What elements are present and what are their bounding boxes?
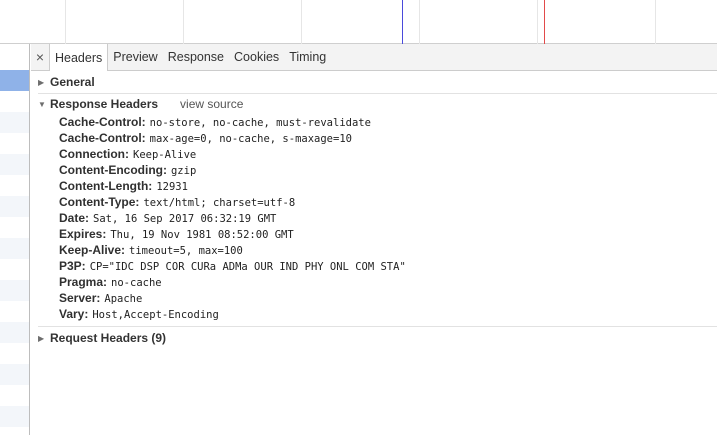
timeline-gridline	[65, 0, 66, 44]
header-name: Date:	[59, 211, 90, 225]
view-source-link[interactable]: view source	[180, 97, 243, 111]
request-row[interactable]	[0, 301, 29, 322]
header-value: Thu, 19 Nov 1981 08:52:00 GMT	[110, 229, 294, 241]
response-header-row: Pragma: no-cache	[59, 274, 717, 290]
request-row[interactable]	[0, 44, 29, 70]
header-value: no-cache	[111, 277, 162, 289]
header-name: P3P:	[59, 259, 86, 273]
request-row[interactable]	[0, 217, 29, 238]
header-value: max-age=0, no-cache, s-maxage=10	[149, 133, 352, 145]
header-name: Keep-Alive:	[59, 243, 126, 257]
request-row[interactable]	[0, 175, 29, 196]
timeline-gridline	[419, 0, 420, 44]
response-headers-list: Cache-Control: no-store, no-cache, must-r…	[31, 114, 717, 322]
response-header-row: Expires: Thu, 19 Nov 1981 08:52:00 GMT	[59, 226, 717, 242]
load-event-marker	[544, 0, 545, 44]
request-headers-section-header[interactable]: ▶ Request Headers (9)	[31, 328, 717, 348]
response-header-row: Connection: Keep-Alive	[59, 146, 717, 162]
general-section-title: General	[50, 75, 95, 89]
header-value: gzip	[170, 165, 197, 177]
request-row[interactable]	[0, 364, 29, 385]
dom-content-loaded-marker	[402, 0, 403, 44]
header-value: Apache	[104, 293, 143, 305]
response-header-row: Content-Length: 12931	[59, 178, 717, 194]
response-header-row: Vary: Host,Accept-Encoding	[59, 306, 717, 322]
tab-cookies[interactable]: Cookies	[229, 44, 284, 70]
header-value: no-store, no-cache, must-revalidate	[149, 117, 371, 129]
tab-response[interactable]: Response	[163, 44, 229, 70]
request-row[interactable]	[0, 133, 29, 154]
header-name: Vary:	[59, 307, 89, 321]
timeline-gridline	[183, 0, 184, 44]
request-row[interactable]	[0, 406, 29, 427]
request-row[interactable]	[0, 196, 29, 217]
response-headers-section-title: Response Headers	[50, 97, 159, 111]
request-row[interactable]	[0, 259, 29, 280]
collapse-triangle-icon: ▼	[38, 99, 46, 109]
request-row[interactable]	[0, 91, 29, 112]
request-row[interactable]	[0, 154, 29, 175]
request-row[interactable]	[0, 112, 29, 133]
header-value: Sat, 16 Sep 2017 06:32:19 GMT	[93, 213, 277, 225]
response-header-row: Date: Sat, 16 Sep 2017 06:32:19 GMT	[59, 210, 717, 226]
request-list[interactable]	[0, 44, 30, 435]
response-header-row: Content-Encoding: gzip	[59, 162, 717, 178]
general-section-header[interactable]: ▶ General	[31, 72, 717, 92]
header-name: Server:	[59, 291, 101, 305]
header-value: 12931	[156, 181, 188, 193]
header-name: Cache-Control:	[59, 131, 146, 145]
request-row[interactable]	[0, 280, 29, 301]
tab-timing[interactable]: Timing	[284, 44, 331, 70]
response-header-row: Cache-Control: max-age=0, no-cache, s-max…	[59, 130, 717, 146]
request-row[interactable]	[0, 322, 29, 343]
response-header-row: Keep-Alive: timeout=5, max=100	[59, 242, 717, 258]
header-name: Pragma:	[59, 275, 108, 289]
request-row-selected[interactable]	[0, 70, 29, 91]
response-header-row: Cache-Control: no-store, no-cache, must-r…	[59, 114, 717, 130]
tab-headers[interactable]: Headers	[49, 44, 109, 72]
header-value: text/html; charset=utf-8	[143, 197, 296, 209]
header-name: Content-Length:	[59, 179, 153, 193]
header-value: Keep-Alive	[133, 149, 197, 161]
request-row[interactable]	[0, 385, 29, 406]
header-value: CP="IDC DSP COR CURa ADMa OUR IND PHY ON…	[89, 261, 406, 273]
response-header-row: Content-Type: text/html; charset=utf-8	[59, 194, 717, 210]
section-divider	[38, 326, 717, 327]
request-headers-section-title: Request Headers (9)	[50, 331, 167, 345]
response-header-row: P3P: CP="IDC DSP COR CURa ADMa OUR IND PH…	[59, 258, 717, 274]
timeline-gridline	[301, 0, 302, 44]
header-name: Expires:	[59, 227, 107, 241]
request-row[interactable]	[0, 343, 29, 364]
timeline-overview[interactable]	[0, 0, 717, 44]
expand-triangle-icon: ▶	[38, 77, 45, 87]
response-headers-section-header[interactable]: ▼ Response Headers view source	[31, 94, 717, 114]
header-name: Cache-Control:	[59, 115, 146, 129]
timeline-gridline	[655, 0, 656, 44]
header-value: timeout=5, max=100	[129, 245, 243, 257]
headers-panel: ▶ General ▼ Response Headers view source…	[31, 71, 717, 435]
header-name: Connection:	[59, 147, 129, 161]
header-value: Host,Accept-Encoding	[92, 309, 219, 321]
close-icon[interactable]: ×	[31, 44, 49, 70]
timeline-gridline	[537, 0, 538, 44]
details-tabbar: × Headers Preview Response Cookies Timin…	[31, 44, 717, 72]
header-name: Content-Encoding:	[59, 163, 167, 177]
header-name: Content-Type:	[59, 195, 140, 209]
response-header-row: Server: Apache	[59, 290, 717, 306]
request-row[interactable]	[0, 427, 29, 435]
request-row[interactable]	[0, 238, 29, 259]
expand-triangle-icon: ▶	[38, 333, 45, 343]
tab-preview[interactable]: Preview	[108, 44, 162, 70]
